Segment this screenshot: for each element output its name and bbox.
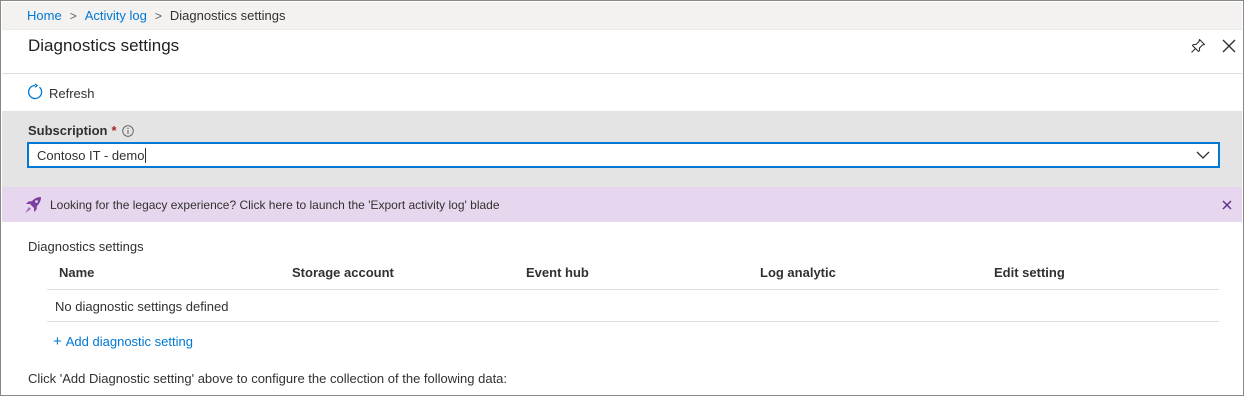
refresh-button[interactable]: Refresh — [26, 82, 95, 104]
table-row: No diagnostic settings defined — [47, 290, 1219, 322]
subscription-dropdown[interactable]: Contoso IT - demo — [27, 142, 1220, 168]
breadcrumb-separator: > — [154, 8, 162, 23]
subscription-value: Contoso IT - demo — [37, 147, 145, 163]
breadcrumb-activity-log[interactable]: Activity log — [85, 8, 147, 23]
column-header-name: Name — [59, 265, 95, 280]
breadcrumb-home[interactable]: Home — [27, 8, 62, 23]
breadcrumb-current: Diagnostics settings — [169, 8, 286, 23]
subscription-label-row: Subscription * — [28, 123, 134, 138]
subscription-label: Subscription — [28, 123, 108, 138]
refresh-label: Refresh — [49, 85, 95, 101]
breadcrumb: Home > Activity log > Diagnostics settin… — [2, 2, 1242, 30]
banner-text[interactable]: Looking for the legacy experience? Click… — [50, 198, 500, 212]
subscription-panel: Subscription * Contoso IT - demo — [2, 111, 1242, 187]
info-icon[interactable] — [121, 124, 134, 137]
collection-description: Click 'Add Diagnostic setting' above to … — [28, 371, 508, 386]
breadcrumb-separator: > — [69, 8, 77, 23]
diagnostics-section-label: Diagnostics settings — [28, 239, 144, 254]
chevron-down-icon[interactable] — [1196, 149, 1210, 164]
close-icon[interactable] — [1222, 199, 1232, 213]
plus-icon: + — [53, 333, 62, 350]
close-icon[interactable] — [1220, 37, 1238, 55]
page-title: Diagnostics settings — [28, 36, 180, 55]
column-header-log-analytic: Log analytic — [760, 265, 836, 280]
empty-state-message: No diagnostic settings defined — [55, 299, 229, 314]
text-caret — [145, 147, 147, 163]
pin-icon[interactable] — [1189, 37, 1207, 55]
diagnostics-settings-window: Home > Activity log > Diagnostics settin… — [0, 0, 1244, 396]
header-divider — [2, 73, 1242, 74]
add-diagnostic-setting-label: Add diagnostic setting — [65, 334, 193, 349]
column-header-edit-setting: Edit setting — [994, 265, 1065, 280]
column-header-event-hub: Event hub — [526, 265, 589, 280]
column-header-storage-account: Storage account — [292, 265, 394, 280]
table-header: Name Storage account Event hub Log analy… — [47, 255, 1219, 290]
required-marker: * — [111, 123, 117, 138]
legacy-experience-banner[interactable]: Looking for the legacy experience? Click… — [2, 187, 1242, 222]
rocket-icon — [23, 195, 43, 218]
refresh-icon — [26, 82, 49, 104]
add-diagnostic-setting-link[interactable]: + Add diagnostic setting — [53, 334, 193, 349]
